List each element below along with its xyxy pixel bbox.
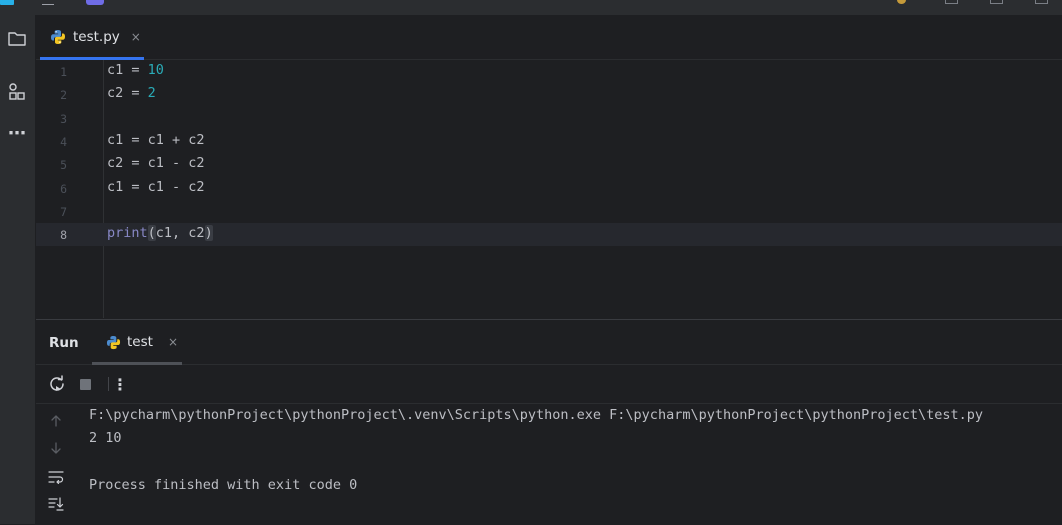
project-badge[interactable] <box>86 0 104 5</box>
more-tools-button[interactable]: ⋯ <box>4 120 30 146</box>
arrow-up-icon <box>51 415 61 427</box>
token-number: 10 <box>147 62 164 78</box>
code-line[interactable]: 6 c1 = c1 - c2 <box>36 177 1062 200</box>
run-tool-window: Run test × ⋮ F:\pycharm\pythonProject\py… <box>36 319 1062 525</box>
code-line[interactable]: 5 c2 = c1 - c2 <box>36 153 1062 176</box>
line-number: 6 <box>60 181 67 196</box>
tab-close-icon[interactable]: × <box>131 30 141 44</box>
scroll-down-button[interactable] <box>45 437 67 459</box>
token-plain: c1 = c1 - c2 <box>107 178 205 195</box>
token-plain: c2 = c1 - c2 <box>107 155 205 172</box>
line-number: 3 <box>60 111 67 126</box>
line-number: 2 <box>60 88 67 103</box>
code-line[interactable]: 7 <box>36 200 1062 223</box>
code-area[interactable]: 1 c1 = 10 2 c2 = 2 3 4 c1 = c1 + c2 5 c2 = c1 - … <box>36 60 1062 318</box>
token-plain: c1 = c1 + c2 <box>107 131 205 148</box>
line-number: 4 <box>60 134 67 149</box>
run-header: Run test × <box>36 320 1062 365</box>
more-vertical-icon: ⋮ <box>112 374 128 394</box>
more-horizontal-icon: ⋯ <box>8 122 26 144</box>
code-line[interactable]: 2 c2 = 2 <box>36 83 1062 106</box>
code-text: c1 = c1 - c2 <box>107 179 205 195</box>
console-command-line: F:\pycharm\pythonProject\pythonProject\.… <box>89 407 984 423</box>
console-side-toolbar <box>36 404 76 525</box>
project-tool-button[interactable] <box>4 26 30 52</box>
token-plain: c1, c2 <box>155 225 205 242</box>
token-plain: c1 = <box>107 62 148 78</box>
line-number: 8 <box>60 228 67 243</box>
tab-label: test.py <box>73 29 120 45</box>
run-toolbar: ⋮ <box>36 365 1062 404</box>
python-file-icon <box>51 30 65 44</box>
title-bar <box>0 0 1062 15</box>
line-number: 1 <box>60 65 67 79</box>
folder-icon <box>8 32 26 46</box>
code-text: print(c1, c2) <box>107 225 213 242</box>
editor-pane: test.py × 1 c1 = 10 2 c2 = 2 3 4 c1 = c1 + c2 5… <box>36 15 1062 319</box>
app-logo-icon <box>0 0 14 5</box>
editor-tab-bar: test.py × <box>36 15 1062 60</box>
soft-wrap-icon <box>48 471 64 484</box>
rerun-button[interactable] <box>46 373 68 395</box>
run-tab-close-icon[interactable]: × <box>168 335 178 349</box>
console-output-line: 2 10 <box>89 430 122 446</box>
scroll-up-button[interactable] <box>45 410 67 432</box>
maximize-icon[interactable] <box>990 0 1003 4</box>
code-line[interactable]: 4 c1 = c1 + c2 <box>36 130 1062 153</box>
code-text: c2 = c1 - c2 <box>107 155 205 171</box>
code-text: c1 = c1 + c2 <box>107 132 205 148</box>
code-line[interactable]: 3 <box>36 107 1062 130</box>
run-title: Run <box>49 335 79 351</box>
code-text: c1 = 10 <box>107 62 164 78</box>
token-paren: ) <box>204 225 213 242</box>
code-text: c2 = 2 <box>107 85 156 101</box>
token-plain: c2 = <box>107 85 148 102</box>
run-tab-test[interactable]: test × <box>92 320 182 365</box>
scroll-to-end-icon <box>48 497 64 511</box>
token-number: 2 <box>147 85 156 102</box>
tab-test-py[interactable]: test.py × <box>40 15 144 60</box>
arrow-down-icon <box>51 442 61 454</box>
close-window-icon[interactable] <box>1035 0 1048 4</box>
run-more-button[interactable]: ⋮ <box>109 373 131 395</box>
token-builtin: print <box>107 225 148 242</box>
code-line[interactable]: 1 c1 = 10 <box>36 60 1062 83</box>
structure-icon <box>9 83 25 100</box>
minimize-icon[interactable] <box>945 0 958 4</box>
console-output[interactable]: F:\pycharm\pythonProject\pythonProject\.… <box>89 404 1059 525</box>
stop-button[interactable] <box>74 373 96 395</box>
rerun-icon <box>50 375 64 391</box>
ai-assistant-icon[interactable] <box>897 0 906 4</box>
line-number: 7 <box>60 204 67 219</box>
python-run-icon <box>106 335 121 349</box>
structure-tool-button[interactable] <box>4 79 30 105</box>
tool-window-bar: ⋯ <box>0 15 36 524</box>
soft-wrap-button[interactable] <box>45 466 67 488</box>
run-tab-label: test <box>127 334 153 350</box>
stop-icon <box>79 378 91 390</box>
console-exit-line: Process finished with exit code 0 <box>89 477 358 493</box>
line-number: 5 <box>60 158 67 173</box>
code-line-current[interactable]: 8 print(c1, c2) <box>36 223 1062 247</box>
token-paren: ( <box>147 225 156 242</box>
main-menu-icon[interactable] <box>42 0 54 5</box>
scroll-to-end-button[interactable] <box>45 493 67 515</box>
